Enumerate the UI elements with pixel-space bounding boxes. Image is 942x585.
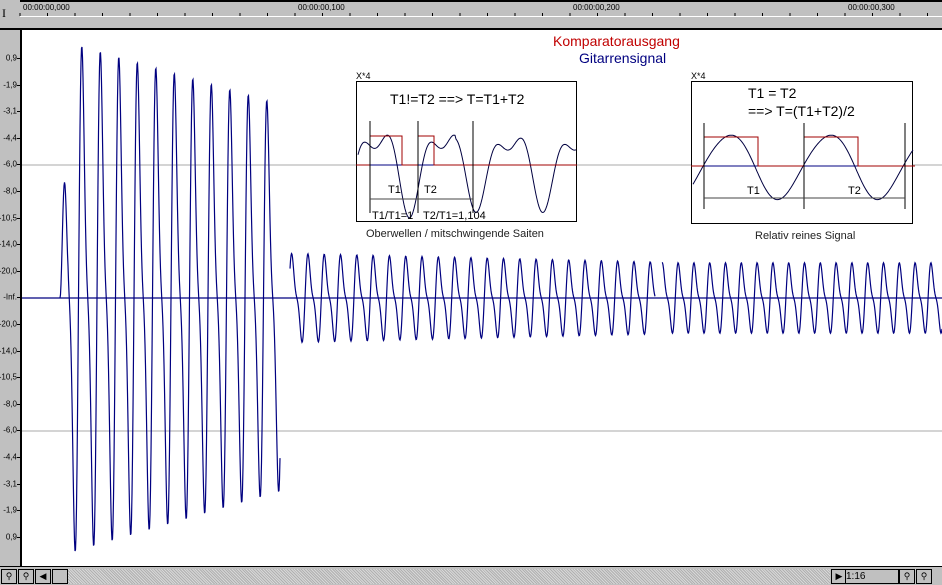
ratio-t1: T1/T1=1 [372, 210, 414, 222]
axis-label: 0,9 [5, 532, 17, 542]
axis-label: -10,5 [0, 372, 17, 382]
scroll-thumb[interactable] [52, 569, 68, 584]
axis-label: -10,5 [0, 213, 17, 223]
t2-label: T2 [848, 185, 861, 197]
scroll-track[interactable] [68, 569, 830, 584]
axis-label: -8,0 [3, 186, 17, 196]
inset-formula-1: T1 = T2 [748, 85, 797, 101]
inset-scale: X*4 [356, 71, 371, 81]
zoom-out-button[interactable]: ⚲ [1, 569, 17, 584]
ratio-t2: T2/T1=1,104 [423, 210, 486, 222]
axis-label: -4,4 [3, 452, 17, 462]
axis-label: -1,9 [3, 80, 17, 90]
axis-label: -Inf. [3, 292, 17, 302]
axis-label: -14,0 [0, 239, 17, 249]
axis-label: -20,0 [0, 266, 17, 276]
axis-label: -3,1 [3, 106, 17, 116]
waveform-view[interactable]: Komparatorausgang Gitarrensignal X*4 T1!… [22, 30, 942, 566]
amplitude-axis: 0,9 -1,9 -3,1 -4,4 -6,0 -8,0 -10,5 -14,0 -20,0 -I… [0, 30, 22, 566]
time-ruler[interactable]: I 00:00:00,000 00:00:00,100 00:00:00,200… [0, 0, 942, 30]
zoom-level: 1:16 [845, 569, 899, 584]
t1-label: T1 [747, 185, 760, 197]
waveform-segment-attack [59, 46, 281, 552]
inset-harmonics: X*4 T1!=T2 ==> T=T1+T2 T1 T2 T1/T1=1 T2/… [356, 71, 578, 241]
t1-label: T1 [388, 184, 401, 196]
zoom-in-button[interactable]: ⚲ [18, 569, 34, 584]
axis-label: -6,0 [3, 159, 17, 169]
inset-scale: X*4 [691, 71, 706, 81]
inset-caption: Relativ reines Signal [755, 230, 856, 242]
axis-label: -1,9 [3, 505, 17, 515]
axis-label: -20,0 [0, 319, 17, 329]
legend-comparator: Komparatorausgang [553, 33, 680, 49]
axis-label: -14,0 [0, 346, 17, 356]
ruler-ticks [19, 13, 928, 16]
legend-guitar: Gitarrensignal [579, 50, 667, 66]
axis-label: -4,4 [3, 133, 17, 143]
horizontal-scrollbar[interactable]: ⚲ ⚲ ◀ ▶ 1:16 ⚲ ⚲ [0, 566, 942, 585]
inset-formula: T1!=T2 ==> T=T1+T2 [390, 91, 525, 107]
inset-pure-signal: X*4 T1 = T2 ==> T=(T1+T2)/2 T1 T2 Relati… [691, 71, 915, 242]
inset-formula-2: ==> T=(T1+T2)/2 [748, 103, 855, 119]
scroll-left-button[interactable]: ◀ [35, 569, 51, 584]
axis-label: -8,0 [3, 399, 17, 409]
zoom-button[interactable]: ⚲ [899, 569, 915, 584]
zoom-button-2[interactable]: ⚲ [916, 569, 932, 584]
axis-label: -6,0 [3, 425, 17, 435]
t2-label: T2 [424, 184, 437, 196]
axis-label: -3,1 [3, 479, 17, 489]
inset-caption: Oberwellen / mitschwingende Saiten [366, 228, 544, 240]
axis-label: 0,9 [5, 53, 17, 63]
